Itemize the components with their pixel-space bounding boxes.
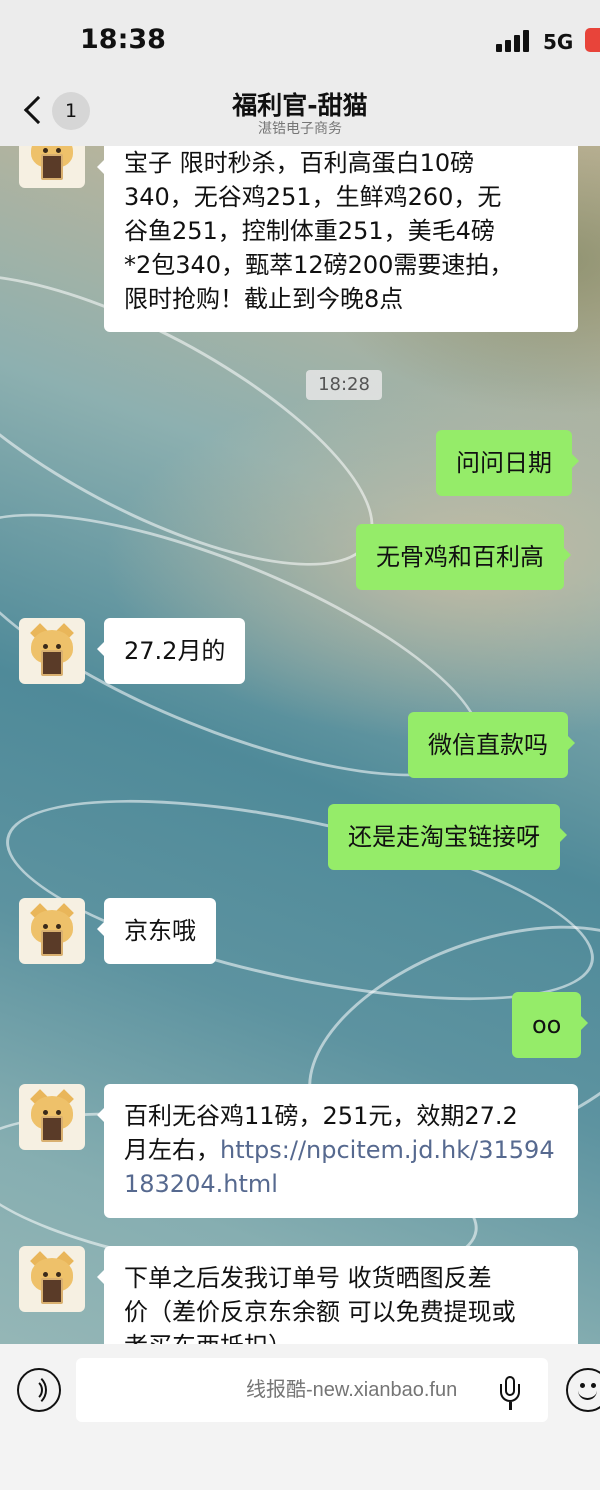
contact-avatar[interactable] xyxy=(19,898,85,964)
status-bar: 18:38 5G xyxy=(0,0,600,80)
message-line: 者买东西抵扣） xyxy=(124,1329,558,1344)
contact-avatar[interactable] xyxy=(19,146,85,188)
message-bubble-outgoing[interactable]: oo xyxy=(512,992,589,1058)
message-line: 340，无谷鸡251，生鲜鸡260，无 xyxy=(124,183,502,211)
message-line: 谷鱼251，控制体重251，美毛4磅 xyxy=(124,217,495,245)
status-time: 18:38 xyxy=(80,24,166,55)
message-line: 下单之后发我订单号 收货晒图反差 xyxy=(124,1264,492,1292)
message-bubble-outgoing[interactable]: 还是走淘宝链接呀 xyxy=(328,804,567,870)
message-timestamp: 18:28 xyxy=(306,370,382,400)
message-line: 限时抢购！截止到今晚8点 xyxy=(124,285,404,313)
contact-avatar[interactable] xyxy=(19,1246,85,1312)
message-bubble-incoming[interactable]: 27.2月的 xyxy=(96,618,246,684)
battery-icon xyxy=(585,28,600,52)
message-bubble-outgoing[interactable]: 无骨鸡和百利高 xyxy=(356,524,571,590)
message-bubble-incoming[interactable]: 百利无谷鸡11磅，251元，效期27.2 月左右，https://npcitem… xyxy=(97,1084,578,1218)
message-list[interactable]: 宝子 限时秒杀，百利高蛋白10磅 340，无谷鸡251，生鲜鸡260，无 谷鱼2… xyxy=(0,146,600,1344)
message-line: 百利无谷鸡11磅，251元，效期27.2 xyxy=(124,1102,518,1130)
message-link[interactable]: https://npcitem.jd.hk/31594 xyxy=(220,1136,555,1164)
input-bar xyxy=(0,1344,600,1490)
message-line: *2包340，甄萃12磅200需要速拍， xyxy=(124,251,514,279)
message-link[interactable]: 183204.html xyxy=(124,1167,558,1201)
contact-avatar[interactable] xyxy=(19,618,85,684)
message-bubble-incoming[interactable]: 京东哦 xyxy=(97,898,216,964)
chat-subtitle: 湛锆电子商务 xyxy=(258,121,342,137)
chat-header: 1 福利官-甜猫 湛锆电子商务 xyxy=(0,80,600,146)
chat-title[interactable]: 福利官-甜猫 xyxy=(0,86,600,122)
message-line: 月左右，https://npcitem.jd.hk/31594 xyxy=(124,1133,558,1167)
message-input[interactable] xyxy=(76,1358,548,1422)
message-line: 宝子 限时秒杀，百利高蛋白10磅 xyxy=(124,149,475,177)
contact-avatar[interactable] xyxy=(19,1084,85,1150)
voice-icon[interactable] xyxy=(17,1368,61,1412)
network-type: 5G xyxy=(543,30,574,54)
message-bubble-incoming[interactable]: 宝子 限时秒杀，百利高蛋白10磅 340，无谷鸡251，生鲜鸡260，无 谷鱼2… xyxy=(97,146,578,332)
microphone-icon[interactable] xyxy=(500,1376,520,1410)
emoji-icon[interactable] xyxy=(566,1368,600,1412)
message-bubble-outgoing[interactable]: 问问日期 xyxy=(436,430,579,496)
message-line: 价（差价反京东余额 可以免费提现或 xyxy=(124,1298,516,1326)
message-bubble-outgoing[interactable]: 微信直款吗 xyxy=(408,712,575,778)
signal-strength-icon xyxy=(496,30,532,52)
message-bubble-incoming[interactable]: 下单之后发我订单号 收货晒图反差 价（差价反京东余额 可以免费提现或 者买东西抵… xyxy=(97,1246,578,1344)
message-text: 月左右， xyxy=(124,1136,220,1164)
